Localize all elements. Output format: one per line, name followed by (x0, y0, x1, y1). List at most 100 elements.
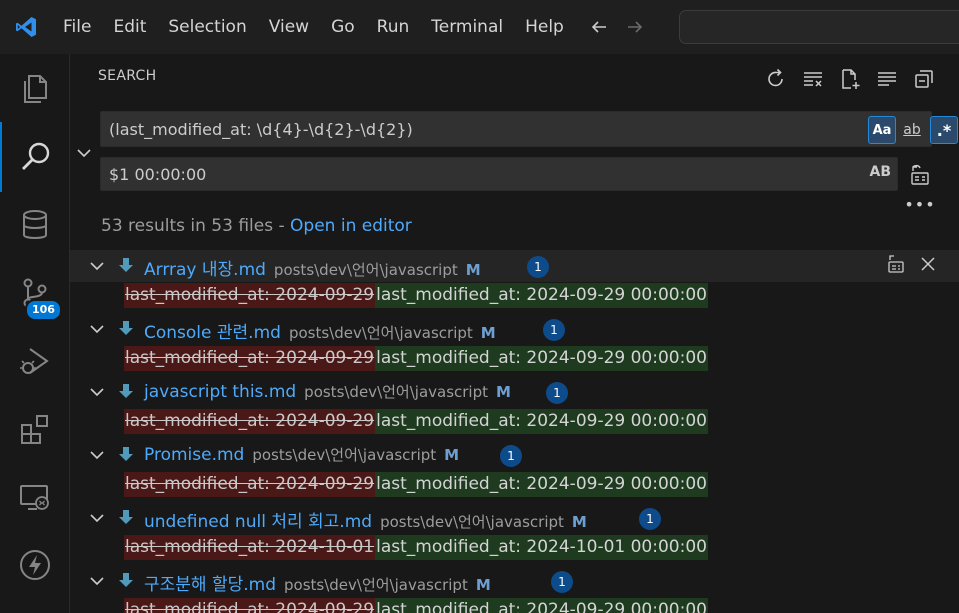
file-row-actions (887, 254, 937, 278)
git-status-badge: M (475, 576, 491, 594)
match-preview: last_modified_at: 2024-09-29 last_modifie… (124, 283, 708, 308)
chevron-down-icon[interactable] (89, 573, 105, 589)
replace-all-in-file-icon[interactable] (887, 254, 905, 278)
match-count-badge: 1 (543, 319, 565, 341)
match-preview-row[interactable]: last_modified_at: 2024-10-01 last_modifie… (70, 534, 959, 565)
file-path: posts\dev\언어\javascript (288, 324, 473, 342)
markdown-file-icon (118, 446, 134, 464)
search-sidebar: SEARCH (last_modified_at: \d{4}-\d{2}-\d… (70, 54, 959, 613)
result-file-name: Promise.md posts\dev\언어\javascript M (144, 444, 459, 465)
menu-bar: File Edit Selection View Go Run Terminal… (52, 0, 575, 54)
match-preview: last_modified_at: 2024-09-29 last_modifie… (124, 409, 708, 434)
match-count-badge: 1 (546, 382, 568, 404)
lightning-icon[interactable] (0, 530, 70, 600)
search-icon[interactable] (0, 122, 70, 192)
source-control-badge: 106 (25, 299, 62, 321)
inserted-text: last_modified_at: 2024-09-29 00:00:00 (375, 598, 708, 613)
markdown-file-icon (118, 572, 134, 590)
menu-file[interactable]: File (52, 9, 102, 45)
match-whole-word-toggle[interactable]: ab (898, 116, 926, 144)
more-options-icon[interactable]: ••• (904, 194, 934, 214)
git-status-badge: M (444, 446, 460, 464)
result-file-name: 구조분해 할당.md posts\dev\언어\javascript M (144, 570, 491, 595)
match-preview-row[interactable]: last_modified_at: 2024-09-29 last_modifie… (70, 282, 959, 313)
result-file-row[interactable]: javascript this.md posts\dev\언어\javascrip… (70, 376, 959, 408)
clear-results-icon[interactable] (799, 66, 826, 92)
source-control-icon[interactable]: 106 (0, 258, 70, 328)
remote-explorer-icon[interactable] (0, 462, 70, 532)
chevron-down-icon[interactable] (89, 384, 105, 400)
match-preview-row[interactable]: last_modified_at: 2024-09-29 last_modifie… (70, 471, 959, 502)
result-file-name: Console 관련.md posts\dev\언어\javascript M (144, 318, 496, 343)
search-query-text: (last_modified_at: \d{4}-\d{2}-\d{2}) (109, 120, 413, 139)
menu-selection[interactable]: Selection (157, 9, 257, 45)
extensions-icon[interactable] (0, 394, 70, 464)
open-in-editor-link[interactable]: Open in editor (290, 216, 412, 236)
toggle-replace-chevron-down-icon[interactable] (74, 140, 94, 166)
result-file-row[interactable]: Promise.md posts\dev\언어\javascript M 1 (70, 439, 959, 471)
search-input[interactable]: (last_modified_at: \d{4}-\d{2}-\d{2}) Aa… (100, 111, 958, 147)
git-status-badge: M (480, 324, 496, 342)
file-name-text: javascript this.md (144, 382, 297, 402)
inserted-text: last_modified_at: 2024-09-29 00:00:00 (375, 283, 708, 308)
new-search-editor-icon[interactable] (836, 66, 863, 92)
match-preview-row[interactable]: last_modified_at: 2024-09-29 last_modifie… (70, 345, 959, 376)
result-file-row[interactable]: Arrray 내장.md posts\dev\언어\javascript M 1 (70, 250, 959, 282)
menu-edit[interactable]: Edit (102, 9, 157, 45)
activity-bar: 106 (0, 54, 70, 613)
whole-word-label: ab (903, 122, 921, 138)
menu-go[interactable]: Go (320, 9, 366, 45)
match-preview-row[interactable]: last_modified_at: 2024-09-29 last_modifie… (70, 597, 959, 613)
result-file-row[interactable]: undefined null 처리 회고.md posts\dev\언어\java… (70, 502, 959, 534)
back-arrow-icon[interactable] (587, 15, 611, 39)
file-name-text: Arrray 내장.md (144, 260, 266, 280)
chevron-down-icon[interactable] (89, 321, 105, 337)
file-path: posts\dev\언어\javascript (252, 446, 437, 464)
search-results-tree: Arrray 내장.md posts\dev\언어\javascript M 1 l… (70, 250, 959, 613)
preserve-case-toggle[interactable]: AB (869, 164, 891, 180)
file-path: posts\dev\언어\javascript (380, 513, 564, 531)
regex-toggle[interactable]: .* (930, 116, 958, 144)
result-file-row[interactable]: Console 관련.md posts\dev\언어\javascript M 1 (70, 313, 959, 345)
removed-text: last_modified_at: 2024-10-01 (124, 535, 376, 560)
explorer-icon[interactable] (0, 54, 70, 124)
match-count-badge: 1 (639, 508, 661, 530)
results-summary-text: 53 results in 53 files - (101, 216, 291, 236)
removed-text: last_modified_at: 2024-09-29 (124, 346, 376, 371)
result-file-name: javascript this.md posts\dev\언어\javascrip… (144, 381, 511, 402)
match-case-label: Aa (872, 122, 892, 138)
inserted-text: last_modified_at: 2024-09-29 00:00:00 (375, 472, 708, 497)
match-case-toggle[interactable]: Aa (868, 116, 896, 144)
replace-input[interactable]: $1 00:00:00 AB (100, 157, 898, 191)
result-file-name: undefined null 처리 회고.md posts\dev\언어\java… (144, 507, 587, 532)
chevron-down-icon[interactable] (89, 510, 105, 526)
menu-run[interactable]: Run (366, 9, 421, 45)
removed-text: last_modified_at: 2024-09-29 (124, 409, 376, 434)
menu-terminal[interactable]: Terminal (420, 9, 514, 45)
chevron-down-icon[interactable] (89, 258, 105, 274)
removed-text: last_modified_at: 2024-09-29 (124, 283, 376, 308)
view-as-tree-icon[interactable] (873, 66, 900, 92)
match-count-badge: 1 (551, 571, 573, 593)
removed-text: last_modified_at: 2024-09-29 (124, 472, 376, 497)
forward-arrow-icon[interactable] (623, 15, 647, 39)
file-path: posts\dev\언어\javascript (273, 261, 458, 279)
collapse-all-icon[interactable] (910, 66, 937, 92)
result-file-name: Arrray 내장.md posts\dev\언어\javascript M (144, 255, 481, 280)
removed-text: last_modified_at: 2024-09-29 (124, 598, 376, 613)
chevron-down-icon[interactable] (89, 447, 105, 463)
result-file-row[interactable]: 구조분해 할당.md posts\dev\언어\javascript M 1 (70, 565, 959, 597)
menu-view[interactable]: View (258, 9, 320, 45)
search-header-actions (762, 66, 937, 92)
run-debug-icon[interactable] (0, 326, 70, 396)
database-icon[interactable] (0, 190, 70, 260)
vscode-logo-icon (0, 0, 52, 54)
match-preview-row[interactable]: last_modified_at: 2024-09-29 last_modifie… (70, 408, 959, 439)
refresh-icon[interactable] (762, 66, 789, 92)
replace-all-icon[interactable] (906, 161, 934, 189)
menu-help[interactable]: Help (514, 9, 575, 45)
markdown-file-icon (118, 509, 134, 527)
command-center-input[interactable] (679, 10, 959, 44)
dismiss-close-icon[interactable] (919, 254, 937, 278)
search-panel-title: SEARCH (98, 68, 157, 84)
